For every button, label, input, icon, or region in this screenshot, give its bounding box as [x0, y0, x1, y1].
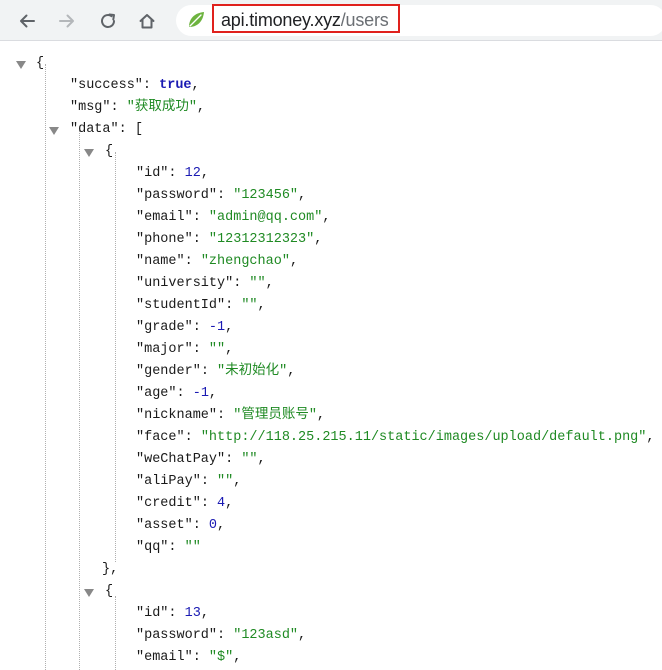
- json-line-wechatpay: "weChatPay": "",: [136, 452, 266, 467]
- json-line-data: "data": [: [70, 122, 143, 137]
- browser-toolbar: api.timoney.xyz/users: [0, 0, 662, 41]
- json-viewer: { "success": true, "msg": "获取成功", "data"…: [0, 44, 662, 670]
- leaf-icon: [189, 12, 204, 27]
- json-line-major: "major": "",: [136, 342, 234, 357]
- json-line-email: "email": "$",: [136, 650, 242, 665]
- json-line-age: "age": -1,: [136, 386, 218, 401]
- json-line-id: "id": 12,: [136, 166, 209, 181]
- reload-icon: [101, 13, 115, 28]
- collapse-item-toggle[interactable]: [84, 589, 94, 597]
- url-text[interactable]: api.timoney.xyz/users: [221, 10, 389, 31]
- url-path: /users: [340, 10, 389, 30]
- indent-guide: [115, 152, 116, 562]
- indent-guide: [45, 64, 46, 670]
- url-highlight[interactable]: api.timoney.xyz/users: [212, 4, 400, 33]
- home-button[interactable]: [134, 8, 160, 34]
- collapse-root-toggle[interactable]: [16, 61, 26, 69]
- forward-arrow-icon: [59, 14, 74, 28]
- json-line-alipay: "aliPay": "",: [136, 474, 242, 489]
- json-line-id: "id": 13,: [136, 606, 209, 621]
- json-line-credit: "credit": 4,: [136, 496, 234, 511]
- collapse-data-toggle[interactable]: [49, 127, 59, 135]
- json-open-brace: {: [36, 56, 45, 71]
- json-line-password: "password": "123456",: [136, 188, 307, 203]
- home-icon: [139, 14, 155, 29]
- json-line-asset: "asset": 0,: [136, 518, 226, 533]
- json-object-open: {: [105, 584, 114, 599]
- collapse-item-toggle[interactable]: [84, 149, 94, 157]
- back-arrow-icon: [20, 14, 35, 28]
- url-host: api.timoney.xyz: [221, 10, 341, 30]
- json-line-msg: "msg": "获取成功",: [70, 100, 206, 115]
- json-line-name: "name": "zhengchao",: [136, 254, 299, 269]
- reload-button[interactable]: [95, 8, 121, 34]
- json-line-university: "university": "",: [136, 276, 274, 291]
- indent-guide: [79, 130, 80, 670]
- site-icon: [186, 10, 206, 35]
- indent-guide: [115, 596, 116, 670]
- json-line-face: "face": "http://118.25.215.11/static/ima…: [136, 430, 655, 445]
- json-line-studentid: "studentId": "",: [136, 298, 266, 313]
- json-line-gender: "gender": "未初始化",: [136, 364, 296, 379]
- json-line-email: "email": "admin@qq.com",: [136, 210, 331, 225]
- forward-button[interactable]: [54, 8, 80, 34]
- json-object-open: {: [105, 144, 114, 159]
- json-object-close: },: [102, 562, 119, 577]
- json-line-qq: "qq": "": [136, 540, 201, 555]
- json-line-success: "success": true,: [70, 78, 200, 93]
- back-button[interactable]: [14, 8, 40, 34]
- json-line-nickname: "nickname": "管理员账号",: [136, 408, 326, 423]
- json-line-password: "password": "123asd",: [136, 628, 307, 643]
- face-url-link[interactable]: "http://118.25.215.11/static/images/uplo…: [201, 430, 647, 445]
- json-line-phone: "phone": "12312312323",: [136, 232, 323, 247]
- json-line-grade: "grade": -1,: [136, 320, 234, 335]
